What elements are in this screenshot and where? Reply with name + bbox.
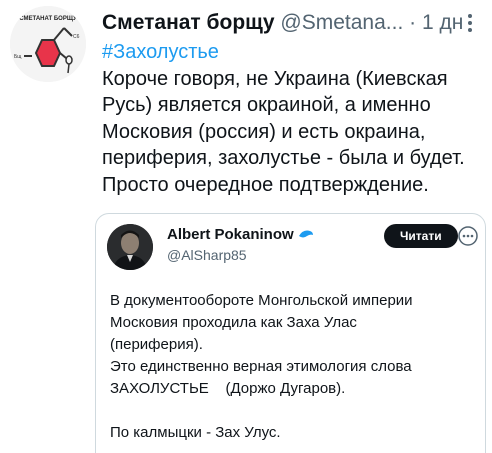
separator-dot: ·	[409, 11, 417, 34]
author-name[interactable]: Сметанат борщу	[102, 11, 275, 34]
hashtag-link[interactable]: #Захолустье	[102, 39, 486, 66]
avatar-logo-text: СМЕТАНАТ БОРЩУ	[19, 16, 77, 22]
tweet[interactable]: СМЕТАНАТ БОРЩУ C6 Бщ Сметанат борщу @Sme…	[0, 0, 492, 453]
verified-badge-icon	[298, 228, 314, 248]
quoted-text-line: (периферия).	[110, 336, 203, 353]
quoted-text-line	[110, 400, 478, 422]
avatar-logo-label-left: Бщ	[14, 54, 21, 60]
tweet-body: Короче говоря, не Украина (Киевская Русь…	[102, 67, 465, 196]
tweet-text: #Захолустье Короче говоря, не Украина (К…	[102, 39, 486, 198]
author-avatar[interactable]: СМЕТАНАТ БОРЩУ C6 Бщ	[10, 6, 86, 82]
quoted-text-line: В документообороте Монгольской империи	[110, 292, 413, 309]
quoted-text-line: Московия проходила как Заха Улас	[110, 314, 357, 331]
quoted-author-handle[interactable]: @AlSharp85	[167, 246, 247, 264]
quoted-author-name[interactable]: Albert Pokaninow	[167, 226, 294, 243]
quoted-text-line: ЗАХОЛУСТЬЕ (Доржо Дугаров).	[110, 380, 346, 397]
quoted-more-options-icon[interactable]	[458, 226, 478, 246]
quoted-tweet[interactable]: Albert Pokaninow @AlSharp85 Читати В док…	[95, 213, 486, 453]
tweet-header: Сметанат борщу @Smetana... · 1 дн	[102, 8, 488, 38]
avatar-logo-label-right: C6	[73, 34, 80, 40]
quoted-text-line: Это единственно верная этимология слова	[110, 358, 412, 375]
quoted-tweet-text: В документообороте Монгольской империи М…	[110, 290, 478, 444]
quoted-author-avatar[interactable]	[107, 224, 153, 270]
follow-button[interactable]: Читати	[384, 224, 458, 248]
quoted-text-line: По калмыцки - Зах Улус.	[110, 424, 281, 441]
quoted-author-line: Albert Pokaninow	[167, 225, 314, 248]
more-options-icon[interactable]	[458, 8, 482, 38]
author-handle[interactable]: @Smetana...	[280, 11, 403, 34]
